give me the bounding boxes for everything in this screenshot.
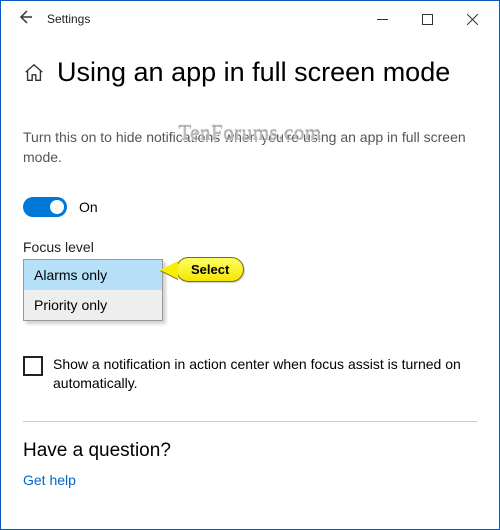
toggle-state-label: On: [79, 199, 98, 215]
close-button[interactable]: [450, 4, 495, 34]
checkbox-label: Show a notification in action center whe…: [53, 355, 477, 393]
back-button[interactable]: [5, 9, 45, 30]
checkbox-row: Show a notification in action center whe…: [23, 355, 477, 393]
title-bar: Settings: [1, 1, 499, 37]
annotation-label: Select: [176, 257, 244, 282]
home-icon: [23, 62, 45, 84]
dropdown-option-alarms-only[interactable]: Alarms only: [24, 260, 162, 290]
select-annotation: Select: [160, 257, 244, 282]
toggle-row: On: [23, 197, 477, 217]
get-help-link[interactable]: Get help: [23, 472, 477, 488]
page-title: Using an app in full screen mode: [57, 57, 450, 88]
app-title: Settings: [47, 12, 90, 26]
focus-level-label: Focus level: [23, 239, 477, 255]
window-controls: [360, 4, 495, 34]
section-divider: [23, 421, 477, 422]
dropdown-option-priority-only[interactable]: Priority only: [24, 290, 162, 320]
minimize-button[interactable]: [360, 4, 405, 34]
focus-level-dropdown[interactable]: Alarms only Priority only Select: [23, 259, 163, 321]
show-notification-checkbox[interactable]: [23, 356, 43, 376]
maximize-button[interactable]: [405, 4, 450, 34]
page-header: Using an app in full screen mode: [23, 57, 477, 88]
description-text: Turn this on to hide notifications when …: [23, 128, 477, 167]
help-heading: Have a question?: [23, 440, 477, 462]
annotation-tail-icon: [160, 261, 178, 279]
notifications-toggle[interactable]: [23, 197, 67, 217]
page-content: Using an app in full screen mode TenForu…: [1, 57, 499, 488]
